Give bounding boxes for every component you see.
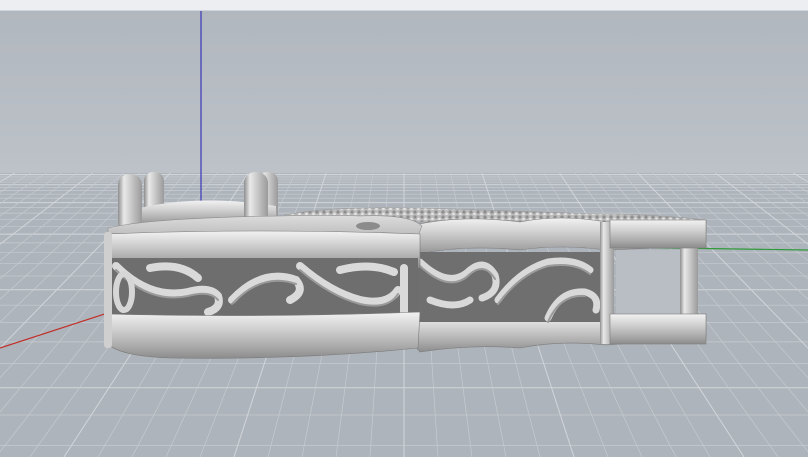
viewport-title-bar [0,0,808,11]
left-band-side-face [104,232,112,348]
left-band-lower-wall [105,311,421,359]
perspective-viewport[interactable] [0,0,808,457]
open-frame-post [680,246,698,318]
sky-background [0,10,808,175]
viewport-scene[interactable] [0,0,808,457]
open-frame-bottom-rail [609,313,707,345]
open-frame-top-rail [609,219,707,249]
open-frame-opening [616,250,688,316]
bail-hole [356,222,380,230]
